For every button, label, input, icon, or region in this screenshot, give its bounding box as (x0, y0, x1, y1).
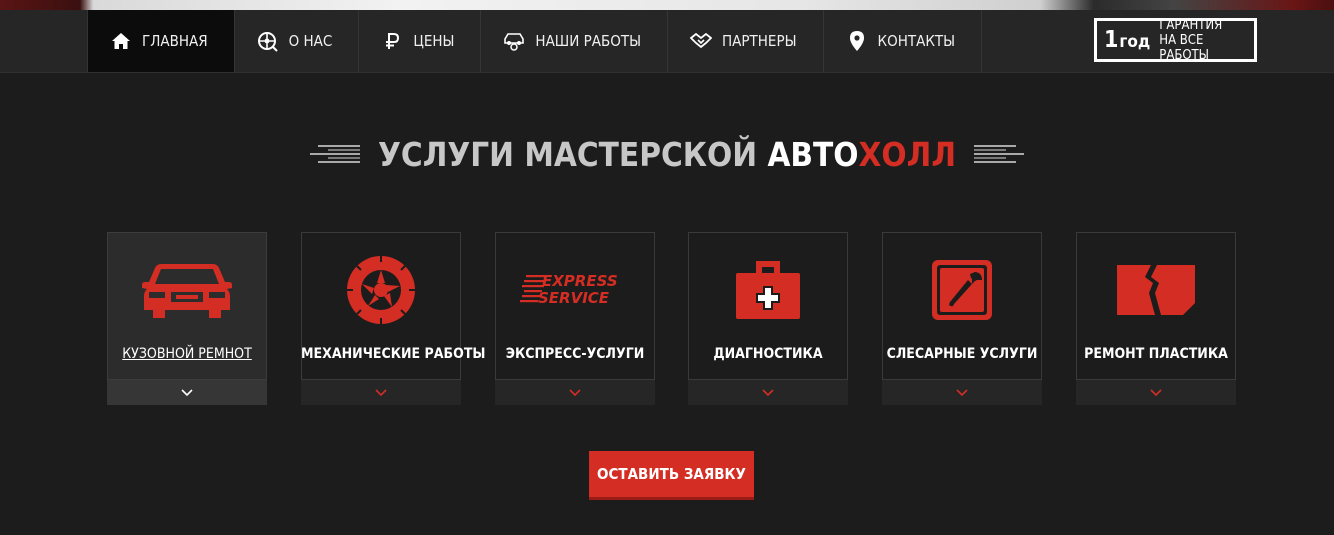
page-title: УСЛУГИ МАСТЕРСКОЙ АВТОХОЛЛ (378, 135, 956, 174)
nav-label: ГЛАВНАЯ (142, 32, 208, 50)
nav-item-prices[interactable]: ЦЕНЫ (359, 10, 482, 72)
service-label: МЕХАНИЧЕСКИЕ РАБОТЫ (301, 346, 486, 362)
services-list: КУЗОВНОЙ РЕМНОТ МЕХАНИЧЕСКИЕ РАБОТЫ EXPR… (107, 232, 1237, 406)
title-part-holl: ХОЛЛ (858, 134, 956, 174)
car-gear-icon (503, 30, 525, 52)
service-card-plastic-repair[interactable]: РЕМОНТ ПЛАСТИКА (1076, 232, 1236, 405)
nav-item-home[interactable]: ГЛАВНАЯ (88, 10, 235, 72)
location-pin-icon (846, 30, 868, 52)
card-expand[interactable] (301, 380, 461, 405)
chevron-down-icon (762, 388, 774, 396)
title-part-services: УСЛУГИ МАСТЕРСКОЙ (378, 134, 768, 174)
section-heading: УСЛУГИ МАСТЕРСКОЙ АВТОХОЛЛ (0, 128, 1334, 180)
express-service-icon: EXPRESS SERVICE (495, 250, 655, 330)
warranty-unit: год (1119, 32, 1151, 52)
handshake-icon (690, 30, 713, 52)
service-label: ДИАГНОСТИКА (713, 346, 823, 362)
submit-request-button[interactable]: ОСТАВИТЬ ЗАЯВКУ (589, 451, 754, 500)
wheel-icon (257, 30, 279, 52)
chevron-down-icon (375, 388, 387, 396)
nav-item-about[interactable]: О НАС (235, 10, 360, 72)
card-expand[interactable] (495, 380, 655, 405)
service-text: SERVICE (538, 289, 610, 307)
express-text: EXPRESS (542, 272, 618, 290)
first-aid-kit-icon (688, 250, 848, 330)
home-icon (110, 30, 132, 52)
main-navigation-bar: ГЛАВНАЯ О НАС ЦЕНЫ НАШИ РАБОТЫ ПАРТНЕРЫ (0, 10, 1334, 73)
title-part-auto: АВТО (767, 134, 859, 174)
hero-image-strip (0, 0, 1334, 10)
service-label: КУЗОВНОЙ РЕМНОТ (122, 346, 252, 362)
card-expand[interactable] (1076, 380, 1236, 405)
nav-label: ПАРТНЕРЫ (722, 32, 797, 50)
wheel-rim-icon (301, 250, 461, 330)
service-card-mechanical[interactable]: МЕХАНИЧЕСКИЕ РАБОТЫ (301, 232, 486, 405)
ruble-icon (381, 30, 403, 52)
service-label: ЭКСПРЕСС-УСЛУГИ (505, 346, 645, 362)
broken-plastic-icon (1076, 250, 1236, 330)
nav-label: О НАС (288, 32, 333, 50)
warranty-line-1: ГАРАНТИЯ (1159, 17, 1223, 33)
service-card-diagnostics[interactable]: ДИАГНОСТИКА (688, 232, 848, 405)
service-label: РЕМОНТ ПЛАСТИКА (1084, 346, 1228, 362)
service-card-express[interactable]: EXPRESS SERVICE ЭКСПРЕСС-УСЛУГИ (495, 232, 655, 405)
card-expand[interactable] (688, 380, 848, 405)
card-expand[interactable] (882, 380, 1042, 405)
warranty-number: 1 (1104, 26, 1119, 53)
nav-item-partners[interactable]: ПАРТНЕРЫ (668, 10, 824, 72)
nav-item-contacts[interactable]: КОНТАКТЫ (824, 10, 983, 72)
nav-label: ЦЕНЫ (413, 32, 455, 50)
chevron-down-icon (569, 388, 581, 396)
warranty-line-2: НА ВСЕ РАБОТЫ (1159, 32, 1210, 63)
chevron-down-icon (956, 388, 968, 396)
warranty-text: ГАРАНТИЯ НА ВСЕ РАБОТЫ (1159, 18, 1254, 63)
wrench-icon (882, 250, 1042, 330)
chevron-down-icon (1150, 388, 1162, 396)
warranty-badge: 1 год ГАРАНТИЯ НА ВСЕ РАБОТЫ (1094, 18, 1257, 63)
heading-decor-left (310, 145, 361, 163)
nav-label: КОНТАКТЫ (877, 32, 956, 50)
nav-item-works[interactable]: НАШИ РАБОТЫ (481, 10, 669, 72)
service-card-locksmith[interactable]: СЛЕСАРНЫЕ УСЛУГИ (882, 232, 1042, 405)
nav-label: НАШИ РАБОТЫ (535, 32, 642, 50)
car-front-icon (107, 250, 267, 330)
nav-menu: ГЛАВНАЯ О НАС ЦЕНЫ НАШИ РАБОТЫ ПАРТНЕРЫ (87, 10, 983, 72)
heading-decor-right (973, 145, 1024, 163)
chevron-down-icon (181, 388, 193, 396)
card-expand[interactable] (107, 380, 267, 405)
service-label: СЛЕСАРНЫЕ УСЛУГИ (886, 346, 1038, 362)
service-card-body-repair[interactable]: КУЗОВНОЙ РЕМНОТ (107, 232, 267, 405)
